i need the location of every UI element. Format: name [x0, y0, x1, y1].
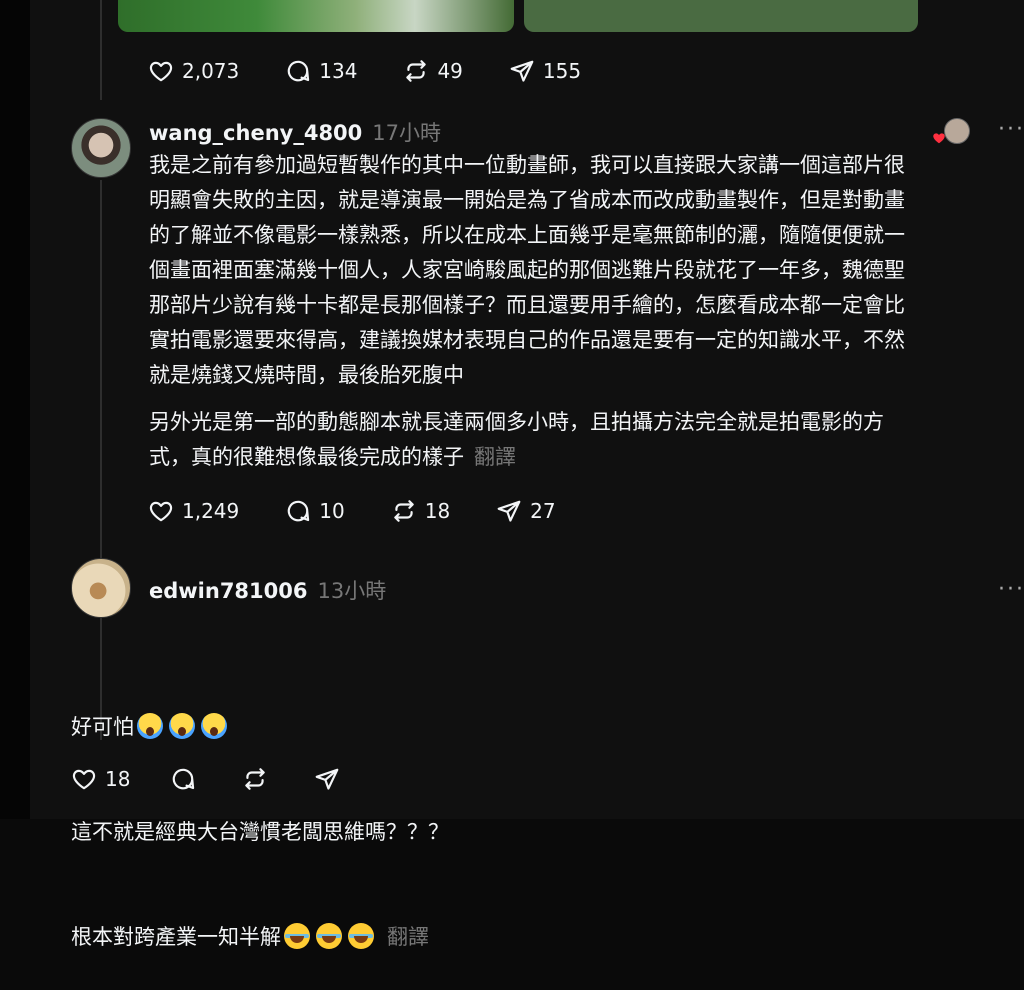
- timestamp[interactable]: 13小時: [318, 575, 387, 605]
- more-options-button[interactable]: ···: [998, 117, 1024, 142]
- more-icon: ···: [998, 117, 1024, 142]
- reply-count: 10: [319, 499, 345, 523]
- timestamp[interactable]: 17小時: [372, 117, 441, 147]
- tears-of-joy-emoji: [316, 923, 342, 949]
- reply-button[interactable]: 134: [285, 58, 357, 84]
- reply1-actions: 1,249 10 18 27: [148, 496, 602, 526]
- username[interactable]: wang_cheny_4800: [149, 121, 362, 145]
- like-button[interactable]: 1,249: [148, 498, 239, 524]
- reply2-line-1-text: 好可怕: [71, 715, 134, 739]
- reply2-header: edwin781006 13小時: [149, 575, 386, 605]
- heart-icon: [149, 61, 173, 82]
- reply2-actions: 18: [71, 764, 386, 794]
- like-count: 18: [105, 767, 131, 791]
- username[interactable]: edwin781006: [149, 579, 308, 603]
- repost-button[interactable]: [242, 766, 268, 792]
- reply1-header: wang_cheny_4800 17小時: [149, 117, 441, 147]
- repost-icon: [393, 500, 414, 522]
- translate-link[interactable]: 翻譯: [387, 925, 429, 949]
- reply1-paragraph-2-text: 另外光是第一部的動態腳本就長達兩個多小時，且拍攝方法完全就是拍電影的方 式，真的…: [149, 410, 884, 469]
- reply-count: 134: [319, 59, 358, 83]
- repost-icon: [245, 768, 266, 790]
- share-button[interactable]: 27: [496, 498, 556, 524]
- repost-button[interactable]: 49: [403, 58, 463, 84]
- reply-button[interactable]: [170, 766, 196, 792]
- top-post-actions: 2,073 134 49 155: [148, 56, 627, 86]
- like-button[interactable]: 2,073: [148, 58, 239, 84]
- reply2-line-1: 好可怕: [71, 710, 971, 745]
- repost-icon: [406, 60, 427, 82]
- send-icon: [316, 768, 339, 790]
- share-count: 27: [530, 499, 556, 523]
- liked-by-author-avatar: [944, 118, 970, 144]
- thread-connector-top: [100, 0, 102, 100]
- reply2-body: 好可怕 這不就是經典大台灣慣老闆思維嗎？？？ 根本對跨產業一知半解 翻譯: [71, 640, 971, 990]
- reply1-paragraph-1: 我是之前有參加過短暫製作的其中一位動畫師，我可以直接跟大家講一個這部片很 明顯會…: [149, 153, 905, 387]
- reply2-line-3: 根本對跨產業一知半解 翻譯: [71, 920, 971, 955]
- face-screaming-emoji: [137, 713, 163, 739]
- heart-filled-icon: [933, 133, 945, 144]
- more-options-button[interactable]: ···: [998, 577, 1024, 602]
- like-count: 2,073: [182, 59, 240, 83]
- share-button[interactable]: 155: [509, 58, 581, 84]
- avatar[interactable]: [71, 118, 131, 178]
- tears-of-joy-emoji: [284, 923, 310, 949]
- repost-count: 18: [424, 499, 451, 523]
- top-post-media: [118, 0, 918, 32]
- avatar[interactable]: [71, 558, 131, 618]
- share-button[interactable]: [314, 766, 340, 792]
- comment-icon: [288, 60, 310, 82]
- repost-count: 49: [437, 59, 463, 83]
- reply-button[interactable]: 10: [285, 498, 345, 524]
- translate-link[interactable]: 翻譯: [474, 445, 516, 469]
- media-image-2[interactable]: [524, 0, 918, 32]
- comment-icon: [173, 768, 195, 790]
- heart-icon: [72, 769, 96, 790]
- share-count: 155: [542, 59, 582, 83]
- left-sidebar-edge: [0, 0, 30, 819]
- media-image-1[interactable]: [118, 0, 514, 32]
- more-icon: ···: [998, 577, 1024, 602]
- like-count: 1,249: [182, 499, 240, 523]
- face-screaming-emoji: [201, 713, 227, 739]
- face-screaming-emoji: [169, 713, 195, 739]
- reply1-paragraph-2: 另外光是第一部的動態腳本就長達兩個多小時，且拍攝方法完全就是拍電影的方 式，真的…: [149, 405, 1019, 475]
- heart-icon: [149, 501, 173, 522]
- like-button[interactable]: 18: [71, 766, 130, 792]
- reply2-line-2: 這不就是經典大台灣慣老闆思維嗎？？？: [71, 820, 449, 844]
- reply2-line-3-text: 根本對跨產業一知半解: [71, 925, 281, 949]
- tears-of-joy-emoji: [348, 923, 374, 949]
- repost-button[interactable]: 18: [391, 498, 450, 524]
- liked-by-author-heart: [932, 130, 946, 144]
- comment-icon: [288, 500, 310, 522]
- send-icon: [510, 60, 534, 82]
- send-icon: [497, 500, 521, 522]
